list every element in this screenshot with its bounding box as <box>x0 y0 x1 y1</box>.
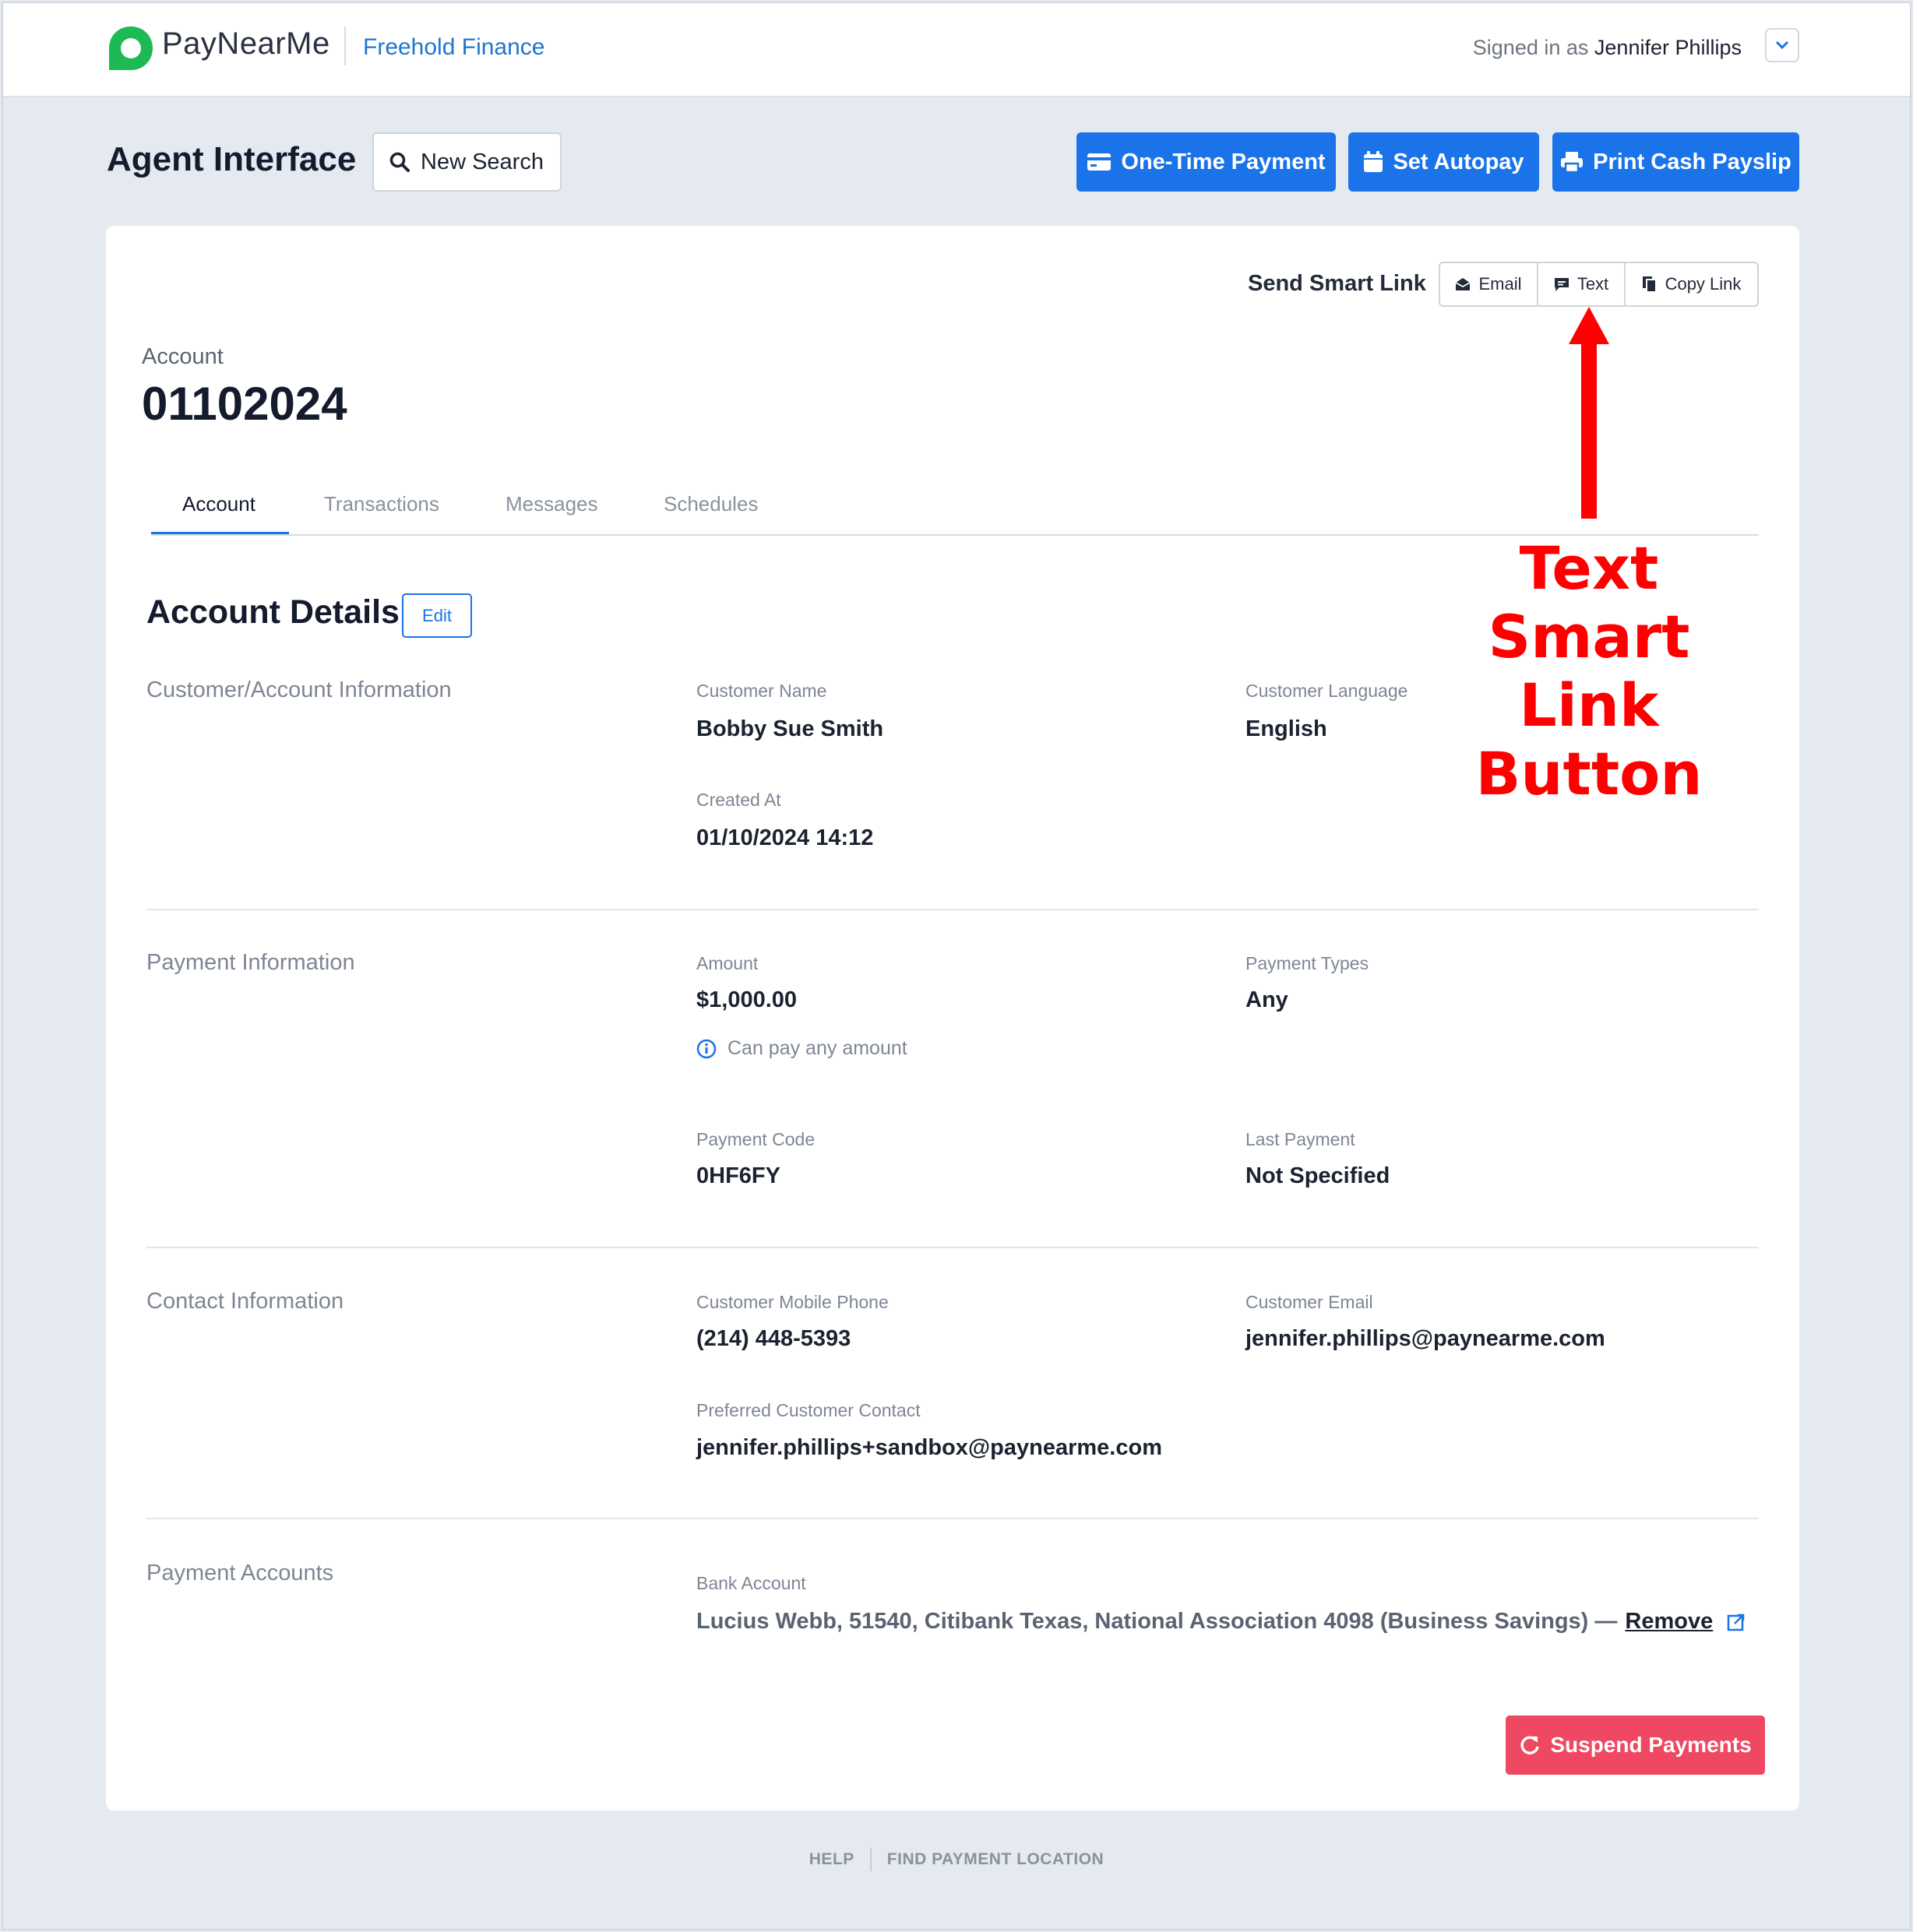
organization-name[interactable]: Freehold Finance <box>363 34 544 61</box>
set-autopay-label: Set Autopay <box>1393 149 1524 174</box>
account-number: 01102024 <box>142 378 347 430</box>
payment-code-value: 0HF6FY <box>696 1163 780 1188</box>
payment-types-value: Any <box>1245 987 1288 1012</box>
tab-schedules[interactable]: Schedules <box>664 492 758 516</box>
info-icon <box>696 1039 717 1058</box>
one-time-payment-button[interactable]: One-Time Payment <box>1076 132 1336 192</box>
signed-in-user: Jennifer Phillips <box>1594 36 1742 59</box>
last-payment-label: Last Payment <box>1245 1129 1355 1149</box>
external-link-icon[interactable] <box>1727 1613 1746 1631</box>
send-smart-link-label: Send Smart Link <box>1248 271 1426 296</box>
printer-icon <box>1561 152 1584 173</box>
created-at-label: Created At <box>696 790 781 810</box>
section-divider <box>146 1247 1759 1248</box>
payment-accounts-title: Payment Accounts <box>146 1561 334 1585</box>
customer-language-label: Customer Language <box>1245 681 1408 701</box>
created-at-value: 01/10/2024 14:12 <box>696 825 874 850</box>
search-icon <box>389 152 410 172</box>
customer-name-value: Bobby Sue Smith <box>696 716 884 741</box>
page-title: Agent Interface <box>107 140 357 178</box>
calendar-icon <box>1364 151 1383 172</box>
payment-types-label: Payment Types <box>1245 953 1369 973</box>
annotation-line-2: Link Button <box>1475 670 1703 808</box>
amount-note-text: Can pay any amount <box>728 1037 907 1059</box>
new-search-button[interactable]: New Search <box>372 132 562 192</box>
paynearme-logo-icon <box>109 26 153 70</box>
brand-divider <box>344 26 346 65</box>
smart-link-copy-button[interactable]: Copy Link <box>1626 263 1757 305</box>
footer-help-link[interactable]: HELP <box>809 1850 854 1869</box>
bank-account-line: Lucius Webb, 51540, Citibank Texas, Nati… <box>696 1609 1746 1635</box>
bank-account-value: Lucius Webb, 51540, Citibank Texas, Nati… <box>696 1609 1618 1634</box>
payment-code-label: Payment Code <box>696 1129 816 1149</box>
signed-in-prefix: Signed in as <box>1472 36 1589 59</box>
section-divider <box>146 909 1759 910</box>
one-time-payment-label: One-Time Payment <box>1121 149 1326 174</box>
account-card <box>106 226 1799 1811</box>
customer-language-value: English <box>1245 716 1327 741</box>
text-label: Text <box>1577 274 1609 294</box>
section-divider <box>146 1518 1759 1519</box>
annotation-label: Text Smart Link Button <box>1418 534 1760 808</box>
user-menu-dropdown-button[interactable] <box>1765 28 1799 62</box>
account-label: Account <box>142 344 224 369</box>
preferred-contact-value: jennifer.phillips+sandbox@paynearme.com <box>696 1435 1162 1460</box>
copy-link-label: Copy Link <box>1665 274 1742 294</box>
remove-bank-account-link[interactable]: Remove <box>1625 1609 1713 1635</box>
suspend-payments-label: Suspend Payments <box>1550 1733 1752 1757</box>
smart-link-text-button[interactable]: Text <box>1538 263 1626 305</box>
annotation-arrow-icon <box>1569 307 1609 519</box>
customer-name-label: Customer Name <box>696 681 827 701</box>
customer-email-label: Customer Email <box>1245 1292 1373 1312</box>
refresh-icon <box>1520 1736 1540 1754</box>
active-tab-indicator <box>151 532 289 534</box>
credit-card-icon <box>1087 153 1112 171</box>
smart-link-email-button[interactable]: Email <box>1440 263 1538 305</box>
message-icon <box>1554 278 1569 291</box>
annotation-line-1: Text Smart <box>1488 533 1690 671</box>
tab-messages[interactable]: Messages <box>506 492 598 516</box>
mobile-phone-label: Customer Mobile Phone <box>696 1292 889 1312</box>
copy-icon <box>1642 276 1657 293</box>
account-tabs: Account Transactions Messages Schedules <box>151 466 1759 536</box>
brand-name: PayNearMe <box>162 26 330 61</box>
contact-info-title: Contact Information <box>146 1289 344 1314</box>
email-label: Email <box>1478 274 1522 294</box>
amount-note: Can pay any amount <box>696 1037 907 1060</box>
set-autopay-button[interactable]: Set Autopay <box>1348 132 1539 192</box>
tab-account[interactable]: Account <box>182 492 255 516</box>
edit-button[interactable]: Edit <box>402 593 472 638</box>
payment-info-title: Payment Information <box>146 950 355 975</box>
footer: HELP FIND PAYMENT LOCATION <box>0 1848 1913 1871</box>
customer-email-value: jennifer.phillips@paynearme.com <box>1245 1326 1605 1351</box>
footer-find-location-link[interactable]: FIND PAYMENT LOCATION <box>887 1850 1104 1869</box>
tab-transactions[interactable]: Transactions <box>324 492 439 516</box>
signed-in-text: Signed in as Jennifer Phillips <box>1473 36 1742 60</box>
print-cash-payslip-label: Print Cash Payslip <box>1593 149 1791 174</box>
preferred-contact-label: Preferred Customer Contact <box>696 1400 921 1420</box>
smart-link-button-group: Email Text Copy Link <box>1439 262 1759 307</box>
amount-value: $1,000.00 <box>696 987 798 1012</box>
customer-info-title: Customer/Account Information <box>146 677 452 702</box>
bank-account-label: Bank Account <box>696 1573 806 1593</box>
envelope-icon <box>1456 278 1471 290</box>
mobile-phone-value: (214) 448-5393 <box>696 1326 851 1351</box>
new-search-label: New Search <box>421 149 544 174</box>
print-cash-payslip-button[interactable]: Print Cash Payslip <box>1552 132 1799 192</box>
chevron-down-icon <box>1775 40 1789 50</box>
last-payment-value: Not Specified <box>1245 1163 1390 1188</box>
footer-separator <box>869 1848 872 1871</box>
account-details-title: Account Details <box>146 593 400 631</box>
suspend-payments-button[interactable]: Suspend Payments <box>1506 1716 1765 1775</box>
amount-label: Amount <box>696 953 759 973</box>
